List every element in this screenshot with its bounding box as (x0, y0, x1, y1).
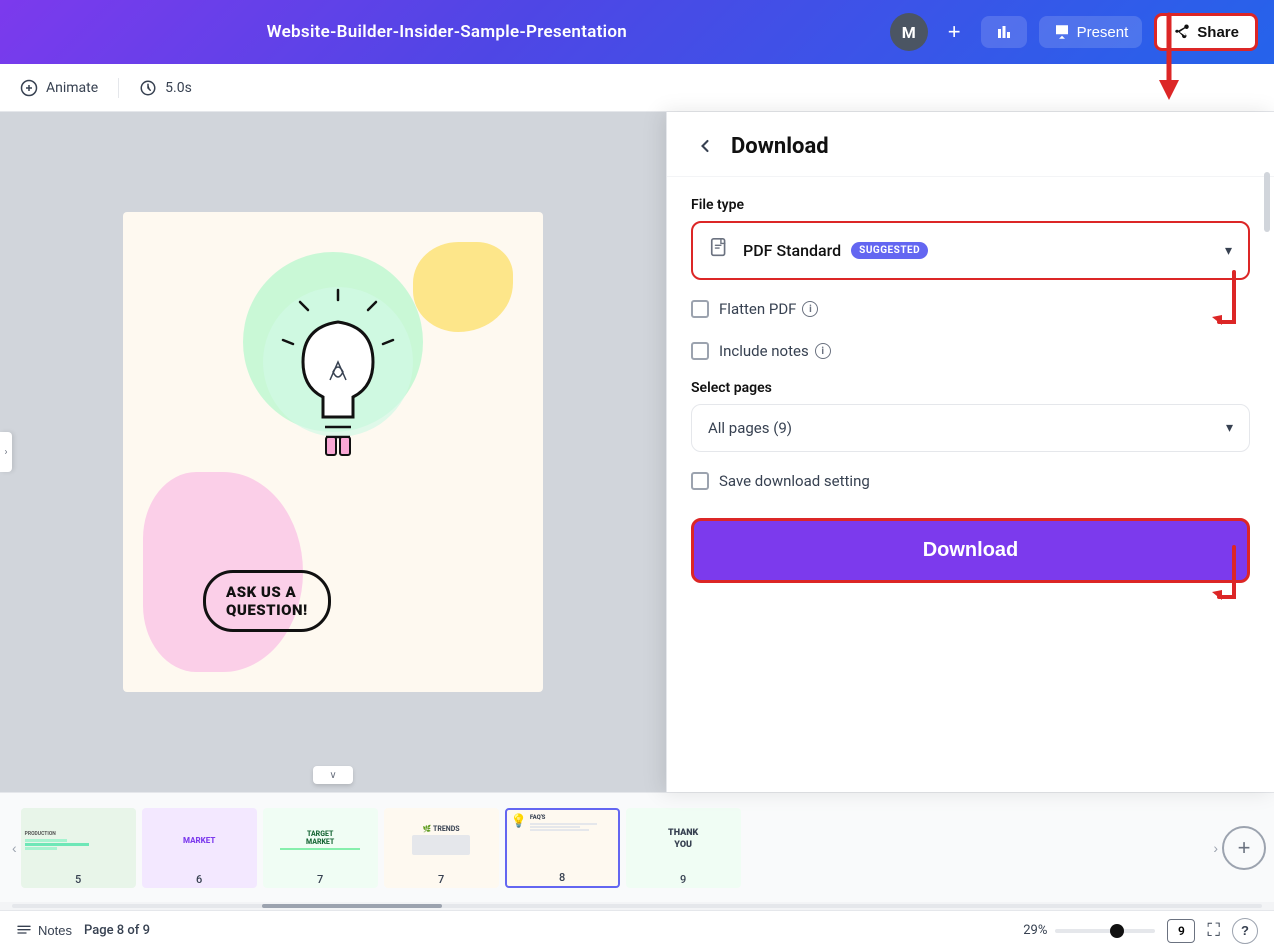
save-setting-label: Save download setting (719, 472, 870, 490)
panel-header: Download (667, 112, 1274, 177)
thumbnail-num: 7 (317, 873, 323, 886)
include-notes-label: Include notes i (719, 342, 831, 360)
file-type-label: File type (691, 197, 1250, 213)
thumbnail-6[interactable]: MARKET 6 (142, 808, 257, 888)
canvas-area: › (0, 112, 666, 792)
thumbnail-9[interactable]: THANKYOU 9 (626, 808, 741, 888)
analytics-button[interactable] (981, 16, 1027, 48)
thumbnail-5[interactable]: PRODUCTION 5 (21, 808, 136, 888)
app-header: Website-Builder-Insider-Sample-Presentat… (0, 0, 1274, 64)
help-button[interactable]: ? (1232, 918, 1258, 944)
back-button[interactable] (691, 132, 719, 160)
chevron-down-icon: ▾ (1225, 243, 1232, 259)
notes-button[interactable]: Notes (16, 923, 72, 939)
zoom-level: 29% (1023, 923, 1047, 938)
horizontal-scrollbar[interactable] (0, 902, 1274, 910)
pdf-icon (709, 237, 731, 264)
file-type-value: PDF Standard SUGGESTED (743, 241, 1213, 260)
toolbar: Animate 5.0s (0, 64, 1274, 112)
add-page-button[interactable]: + (1222, 826, 1266, 870)
share-icon (1173, 23, 1191, 41)
notes-icon (16, 923, 32, 939)
pages-value: All pages (9) (708, 419, 792, 437)
flatten-pdf-info-icon[interactable]: i (802, 301, 818, 317)
animate-icon (20, 79, 38, 97)
thumbnail-num: 5 (75, 873, 81, 886)
save-setting-checkbox[interactable] (691, 472, 709, 490)
panel-collapse-handle[interactable]: ∨ (313, 766, 353, 784)
scroll-right-button[interactable]: › (1209, 836, 1222, 860)
ask-button: ASK US A QUESTION! (203, 570, 331, 632)
lightbulb-illustration (233, 272, 443, 512)
present-button[interactable]: Present (1039, 16, 1143, 48)
zoom-slider[interactable] (1055, 929, 1155, 933)
thumbnail-7[interactable]: TARGETMARKET 7 (263, 808, 378, 888)
thumbnail-num: 8 (559, 871, 565, 884)
clock-icon (139, 79, 157, 97)
select-pages-label: Select pages (691, 380, 1250, 396)
back-arrow-icon (695, 136, 715, 156)
analytics-icon (995, 23, 1013, 41)
share-button[interactable]: Share (1154, 13, 1258, 51)
main-area: › (0, 112, 1274, 792)
include-notes-row: Include notes i (691, 338, 1250, 364)
present-icon (1053, 23, 1071, 41)
flatten-pdf-checkbox[interactable] (691, 300, 709, 318)
status-bar: Notes Page 8 of 9 29% 9 ⛶ ? (0, 910, 1274, 950)
file-type-selector[interactable]: PDF Standard SUGGESTED ▾ (691, 221, 1250, 280)
flatten-pdf-row: Flatten PDF i (691, 296, 1250, 322)
panel-scrollbar[interactable] (1264, 172, 1270, 732)
panel-body: File type PDF Standard SUGGESTED ▾ Flatt… (667, 177, 1274, 792)
download-button[interactable]: Download (691, 518, 1250, 583)
animate-button[interactable]: Animate (20, 79, 98, 97)
duration-control[interactable]: 5.0s (139, 79, 192, 97)
thumbnail-trends[interactable]: 🌿 TRENDS 7 (384, 808, 499, 888)
page-box: 9 (1167, 919, 1195, 943)
thumbnail-num: 9 (680, 873, 686, 886)
scroll-left-button[interactable]: ‹ (8, 836, 21, 860)
panel-title: Download (731, 134, 829, 159)
suggested-badge: SUGGESTED (851, 242, 928, 259)
include-notes-info-icon[interactable]: i (815, 343, 831, 359)
include-notes-checkbox[interactable] (691, 342, 709, 360)
left-panel-toggle[interactable]: › (0, 432, 12, 472)
pages-chevron-icon: ▾ (1226, 420, 1233, 436)
file-type-section: File type PDF Standard SUGGESTED ▾ (691, 197, 1250, 280)
flatten-pdf-label: Flatten PDF i (719, 300, 818, 318)
user-avatar[interactable]: M (890, 13, 928, 51)
page-indicator: Page 8 of 9 (84, 923, 150, 938)
slide-canvas: ASK US A QUESTION! (123, 212, 543, 692)
header-title: Website-Builder-Insider-Sample-Presentat… (16, 22, 878, 42)
thumbnail-num: 7 (438, 873, 444, 886)
expand-button[interactable]: ⛶ (1207, 920, 1220, 941)
pages-selector[interactable]: All pages (9) ▾ (691, 404, 1250, 452)
download-panel: Download File type PDF Standard SUGGESTE… (666, 112, 1274, 792)
add-collaborator-button[interactable]: + (940, 15, 969, 49)
thumbnails-list: PRODUCTION 5 MARKET 6 TARGETMARKET 7 (21, 808, 1210, 888)
thumbnail-8[interactable]: 💡 FAQ'S 8 (505, 808, 620, 888)
save-setting-row: Save download setting (691, 468, 1250, 494)
select-pages-section: Select pages All pages (9) ▾ (691, 380, 1250, 452)
thumbnail-num: 6 (196, 873, 202, 886)
thumbnails-strip: ‹ PRODUCTION 5 MARKET 6 TARGET (0, 792, 1274, 902)
